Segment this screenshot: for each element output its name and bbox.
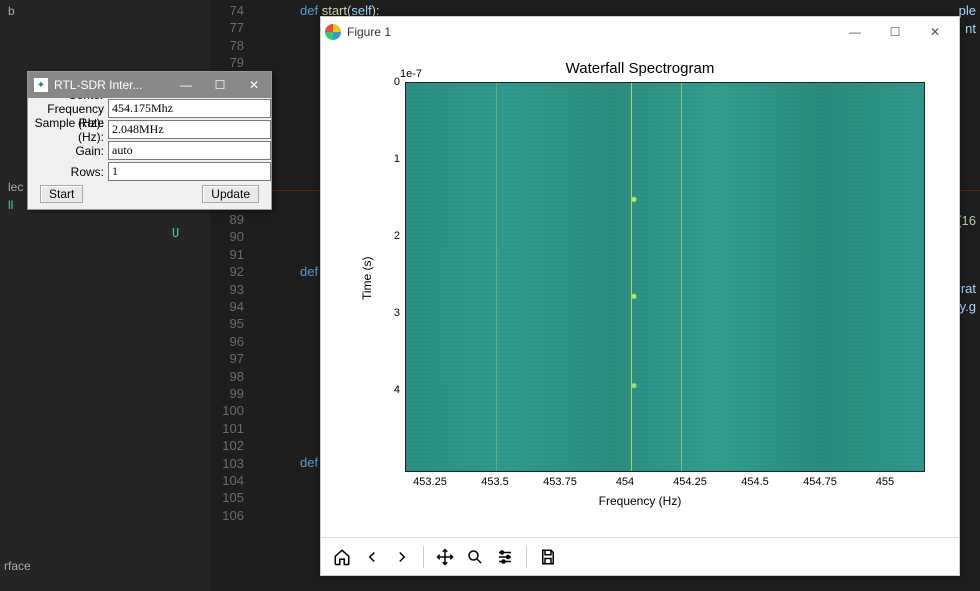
rows-label: Rows: (28, 165, 108, 179)
matplotlib-icon (325, 24, 341, 40)
xtick: 454.25 (665, 476, 715, 488)
window-minimize-button[interactable]: — (835, 18, 875, 46)
gain-input[interactable] (108, 141, 271, 160)
back-icon[interactable] (359, 544, 385, 570)
ytick: 4 (370, 384, 400, 396)
rows-input[interactable] (108, 162, 271, 181)
x-axis-label: Frequency (Hz) (320, 494, 960, 508)
xtick: 453.5 (470, 476, 520, 488)
figure-titlebar[interactable]: Figure 1 — ☐ ✕ (321, 17, 959, 47)
save-icon[interactable] (535, 544, 561, 570)
toolbar-separator (526, 546, 527, 568)
spectrogram-heatmap[interactable] (405, 82, 925, 472)
y-exponent-label: 1e-7 (400, 68, 422, 80)
window-maximize-button[interactable]: ☐ (203, 72, 237, 98)
gain-label: Gain: (28, 144, 108, 158)
xtick: 454.5 (730, 476, 780, 488)
figure-title: Figure 1 (347, 25, 835, 39)
xtick: 454.75 (795, 476, 845, 488)
configure-icon[interactable] (492, 544, 518, 570)
pan-icon[interactable] (432, 544, 458, 570)
window-close-button[interactable]: ✕ (915, 18, 955, 46)
update-button[interactable]: Update (202, 185, 259, 203)
zoom-icon[interactable] (462, 544, 488, 570)
start-button[interactable]: Start (40, 185, 83, 203)
git-status-badge: U (172, 226, 179, 240)
window-close-button[interactable]: ✕ (237, 72, 271, 98)
tree-item[interactable]: rface (4, 559, 31, 573)
sample-rate-input[interactable] (108, 120, 271, 139)
ytick: 3 (370, 307, 400, 319)
dialog-title: RTL-SDR Inter... (54, 78, 169, 92)
ytick: 0 (370, 76, 400, 88)
toolbar-separator (423, 546, 424, 568)
sample-rate-label: Sample Rate (Hz): (28, 116, 108, 144)
y-axis-label: Time (s) (360, 256, 374, 300)
feather-icon: ✦ (34, 78, 48, 92)
ytick: 2 (370, 230, 400, 242)
xtick: 455 (860, 476, 910, 488)
xtick: 454 (600, 476, 650, 488)
rtl-sdr-dialog: ✦ RTL-SDR Inter... — ☐ ✕ Center Frequenc… (27, 71, 272, 210)
matplotlib-toolbar (321, 537, 959, 575)
dialog-titlebar[interactable]: ✦ RTL-SDR Inter... — ☐ ✕ (28, 72, 271, 98)
window-maximize-button[interactable]: ☐ (875, 18, 915, 46)
ytick: 1 (370, 153, 400, 165)
xtick: 453.75 (535, 476, 585, 488)
home-icon[interactable] (329, 544, 355, 570)
forward-icon[interactable] (389, 544, 415, 570)
xtick: 453.25 (405, 476, 455, 488)
tree-item[interactable]: b (0, 2, 210, 20)
center-frequency-input[interactable] (108, 99, 271, 118)
window-minimize-button[interactable]: — (169, 72, 203, 98)
